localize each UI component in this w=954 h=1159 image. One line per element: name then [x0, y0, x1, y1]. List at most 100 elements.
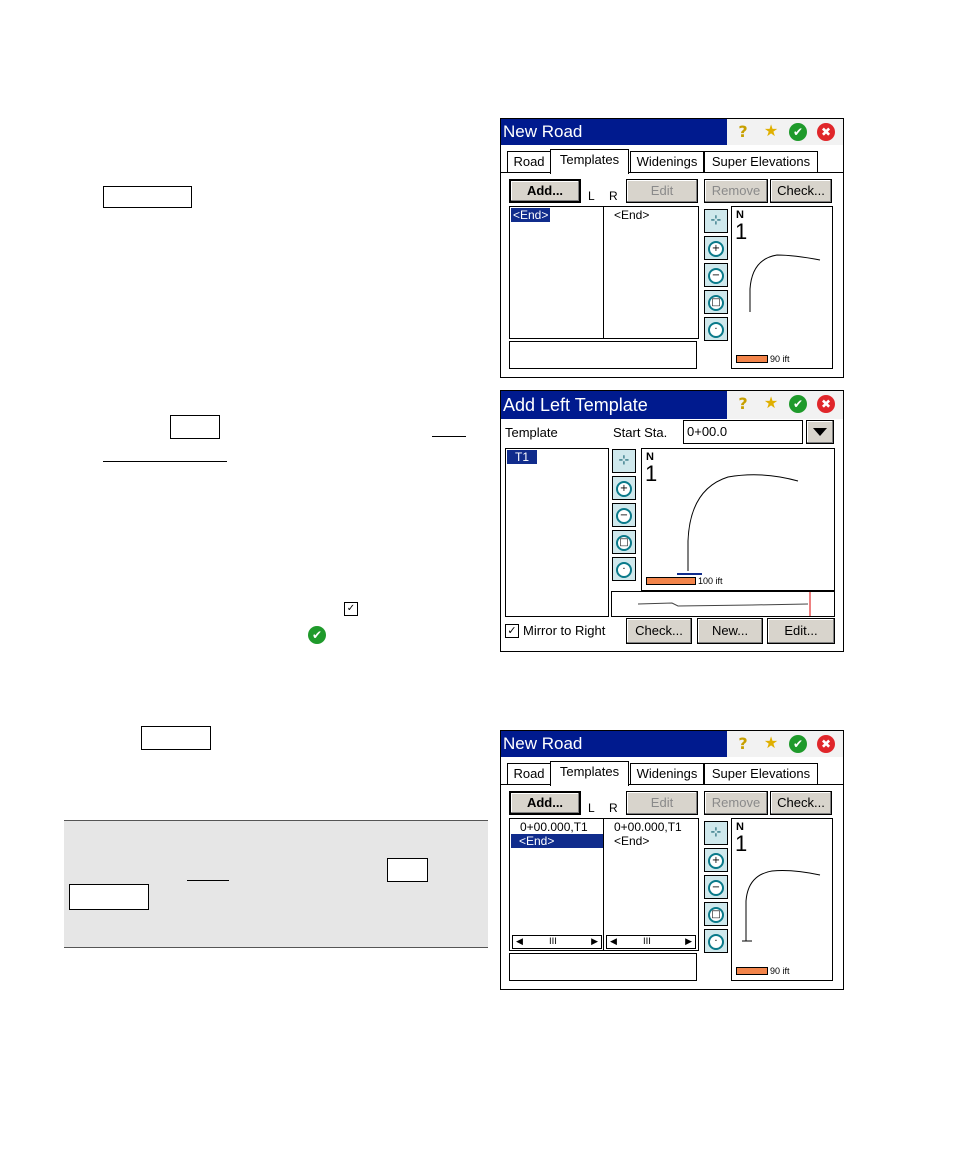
tab-super-elevations[interactable]: Super Elevations: [704, 151, 818, 172]
button-placeholder-box-4: [387, 858, 428, 882]
tab-road[interactable]: Road: [507, 763, 551, 784]
check-button[interactable]: Check...: [770, 791, 832, 815]
ok-check-icon[interactable]: ✔: [789, 395, 807, 413]
list-item[interactable]: T1: [507, 450, 538, 464]
scale-bar: [736, 355, 768, 363]
new-button[interactable]: New...: [697, 618, 763, 644]
scroll-thumb[interactable]: III: [643, 936, 651, 948]
right-template-list[interactable]: 0+00.000,T1 <End> ◀ III ▶: [603, 818, 699, 951]
close-x-icon[interactable]: ✖: [817, 395, 835, 413]
road-alignment: [677, 474, 799, 575]
mirror-to-right-label: Mirror to Right: [523, 623, 606, 638]
zoom-in-icon[interactable]: +: [612, 476, 636, 500]
list-item[interactable]: <End>: [511, 834, 607, 848]
ok-check-icon[interactable]: ✔: [789, 735, 807, 753]
zoom-window-icon[interactable]: □: [704, 290, 728, 314]
title-bar: New Road ? ★ ✔ ✖: [501, 119, 843, 145]
button-placeholder-box-2: [170, 415, 220, 439]
scroll-left-arrow[interactable]: ◀: [610, 936, 617, 948]
edit-button[interactable]: Edit...: [767, 618, 835, 644]
left-column-label: L: [588, 189, 595, 203]
scroll-right-arrow[interactable]: ▶: [591, 936, 598, 948]
template-list[interactable]: T1: [505, 448, 609, 617]
plan-view[interactable]: N 1 100 ift: [641, 448, 835, 591]
help-icon[interactable]: ?: [733, 734, 753, 754]
road-alignment: [742, 870, 821, 942]
close-x-icon[interactable]: ✖: [817, 735, 835, 753]
zoom-in-icon[interactable]: +: [704, 848, 728, 872]
list-item[interactable]: <End>: [511, 208, 551, 222]
help-icon[interactable]: ?: [733, 122, 753, 142]
scroll-thumb[interactable]: III: [549, 936, 557, 948]
start-sta-input[interactable]: 0+00.0: [683, 420, 803, 444]
left-template-list[interactable]: 0+00.000,T1 <End> ◀ III ▶: [509, 818, 607, 951]
zoom-in-icon[interactable]: +: [704, 236, 728, 260]
list-item[interactable]: 0+00.000,T1: [518, 820, 590, 834]
favorites-star-icon[interactable]: ★: [761, 734, 781, 754]
tab-widenings[interactable]: Widenings: [630, 151, 704, 172]
underline-placeholder-1: [432, 436, 466, 437]
title-bar: New Road ? ★ ✔ ✖: [501, 731, 843, 757]
remove-button[interactable]: Remove: [704, 179, 768, 203]
list-item[interactable]: <End>: [612, 834, 651, 848]
zoom-window-icon[interactable]: □: [612, 530, 636, 554]
template-label: Template: [505, 425, 558, 440]
zoom-previous-icon[interactable]: ·: [612, 557, 636, 581]
favorites-star-icon[interactable]: ★: [761, 394, 781, 414]
horizontal-scrollbar[interactable]: ◀ III ▶: [606, 935, 696, 949]
favorites-star-icon[interactable]: ★: [761, 122, 781, 142]
check-button[interactable]: Check...: [626, 618, 692, 644]
tab-road[interactable]: Road: [507, 151, 551, 172]
list-item[interactable]: 0+00.000,T1: [612, 820, 684, 834]
scroll-left-arrow[interactable]: ◀: [516, 936, 523, 948]
zoom-out-icon[interactable]: −: [612, 503, 636, 527]
left-template-list[interactable]: <End>: [509, 206, 605, 339]
underline-placeholder-2: [103, 461, 227, 462]
check-button[interactable]: Check...: [770, 179, 832, 203]
zoom-previous-icon[interactable]: ·: [704, 929, 728, 953]
road-alignment: [749, 254, 821, 312]
zoom-out-icon[interactable]: −: [704, 875, 728, 899]
edit-button[interactable]: Edit: [626, 179, 698, 203]
map-view[interactable]: N 1 90 ift: [731, 206, 833, 369]
scale-bar: [736, 967, 768, 975]
button-placeholder-box-3: [141, 726, 211, 750]
window-title: New Road: [503, 122, 583, 141]
mirror-to-right-checkbox[interactable]: ✓: [505, 624, 519, 638]
left-column-label: L: [588, 801, 595, 815]
zoom-previous-icon[interactable]: ·: [704, 317, 728, 341]
profile-line: [637, 592, 811, 616]
right-template-list[interactable]: <End>: [603, 206, 699, 339]
new-road-window-2: New Road ? ★ ✔ ✖ Road Templates Widening…: [500, 730, 844, 990]
help-icon[interactable]: ?: [733, 394, 753, 414]
profile-view[interactable]: [611, 591, 835, 617]
new-road-window-1: New Road ? ★ ✔ ✖ Road Templates Widening…: [500, 118, 844, 378]
list-item[interactable]: <End>: [612, 208, 651, 222]
scale-label: 100 ift: [698, 576, 723, 586]
zoom-extents-icon[interactable]: ⊹: [704, 209, 728, 233]
edit-button[interactable]: Edit: [626, 791, 698, 815]
right-column-label: R: [609, 801, 618, 815]
button-placeholder-box-1: [103, 186, 192, 208]
tab-templates[interactable]: Templates: [550, 761, 629, 786]
horizontal-scrollbar[interactable]: ◀ III ▶: [512, 935, 602, 949]
map-view[interactable]: N 1 90 ift: [731, 818, 833, 981]
tab-templates[interactable]: Templates: [550, 149, 629, 174]
remove-button[interactable]: Remove: [704, 791, 768, 815]
zoom-extents-icon[interactable]: ⊹: [612, 449, 636, 473]
add-button[interactable]: Add...: [509, 791, 581, 815]
tab-strip: Road Templates Widenings Super Elevation…: [501, 761, 843, 787]
checkbox-symbol: ✓: [344, 602, 358, 616]
right-column-label: R: [609, 189, 618, 203]
zoom-out-icon[interactable]: −: [704, 263, 728, 287]
zoom-extents-icon[interactable]: ⊹: [704, 821, 728, 845]
tab-widenings[interactable]: Widenings: [630, 763, 704, 784]
zoom-window-icon[interactable]: □: [704, 902, 728, 926]
ok-check-icon[interactable]: ✔: [789, 123, 807, 141]
title-bar: Add Left Template ? ★ ✔ ✖: [501, 391, 843, 419]
close-x-icon[interactable]: ✖: [817, 123, 835, 141]
scroll-right-arrow[interactable]: ▶: [685, 936, 692, 948]
tab-super-elevations[interactable]: Super Elevations: [704, 763, 818, 784]
add-button[interactable]: Add...: [509, 179, 581, 203]
start-sta-dropdown[interactable]: [806, 420, 834, 444]
